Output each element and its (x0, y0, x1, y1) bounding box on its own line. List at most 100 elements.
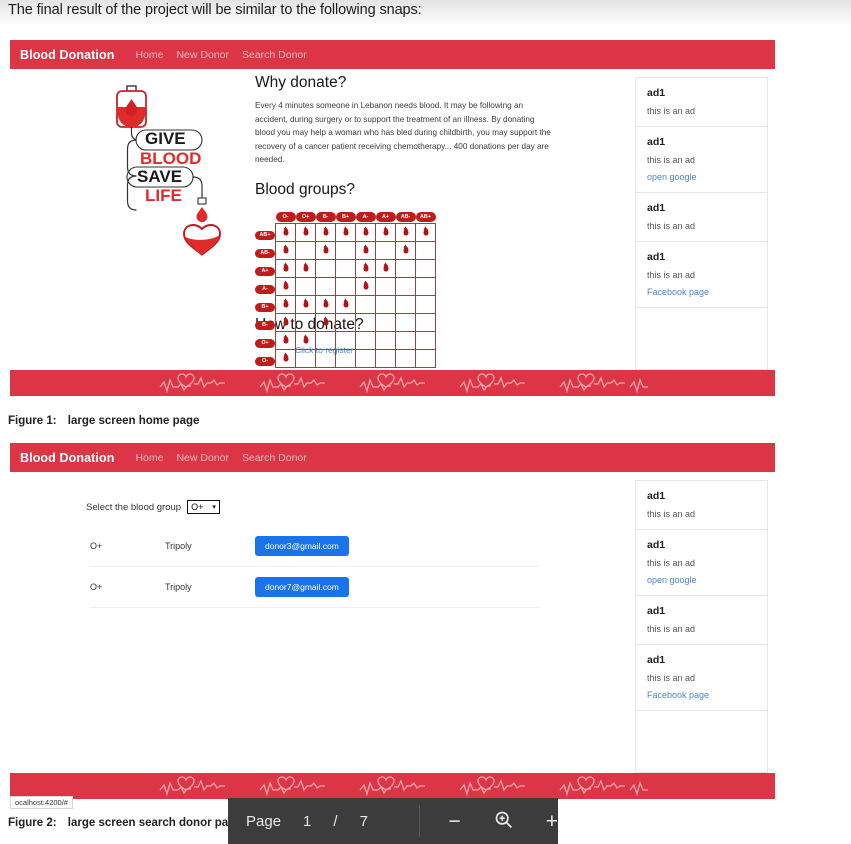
matrix-cell (315, 276, 336, 296)
matrix-column-header: B+ (335, 205, 356, 224)
matrix-row: AB+ (255, 222, 436, 242)
nav-link-search-donor[interactable]: Search Donor (242, 49, 307, 61)
donor-blood-group: O+ (90, 566, 165, 608)
matrix-cell (355, 330, 376, 350)
nav-link-new-donor-2[interactable]: New Donor (176, 452, 229, 464)
current-page-number[interactable]: 1 (303, 813, 311, 830)
matrix-cell (315, 330, 336, 350)
blood-drop-icon (303, 300, 308, 308)
matrix-column-header: O+ (295, 205, 316, 224)
matrix-row-header: O- (255, 349, 276, 367)
blood-drop-icon (363, 228, 368, 236)
nav-link-home[interactable]: Home (135, 49, 163, 61)
ad-link[interactable]: Facebook page (647, 690, 756, 700)
blood-drop-icon (283, 336, 288, 344)
donor-email-cell: donor3@gmail.com (255, 526, 540, 567)
matrix-column-header: B- (315, 205, 336, 224)
matrix-cell (415, 348, 436, 368)
blood-group-selected-value: O+ (191, 502, 204, 512)
matrix-cell (275, 312, 296, 332)
matrix-cell (275, 348, 296, 368)
matrix-cell (315, 240, 336, 260)
navbar-brand-2[interactable]: Blood Donation (20, 451, 114, 465)
matrix-column-header: AB- (395, 205, 416, 224)
blood-groups-heading: Blood groups? (255, 180, 355, 198)
pdf-zoom-controls: − + (420, 809, 558, 834)
status-bar-url: ocalhost:4200/# (10, 796, 73, 809)
matrix-cell (395, 294, 416, 314)
blood-group-pill: A- (255, 284, 275, 295)
zoom-magnifier-icon[interactable] (493, 809, 514, 834)
navbar-brand[interactable]: Blood Donation (20, 48, 114, 62)
blood-drop-icon (323, 246, 328, 254)
ecg-footer-search (10, 773, 775, 799)
figure-2-label: Figure 2: (8, 817, 57, 829)
blood-drop-icon (403, 246, 408, 254)
ad-body: this is an ad (647, 270, 696, 280)
nav-link-search-donor-2[interactable]: Search Donor (242, 452, 307, 464)
nav-link-home-2[interactable]: Home (135, 452, 163, 464)
matrix-cell (395, 348, 416, 368)
matrix-row-header: AB+ (255, 223, 276, 241)
ad-card: ad1 this is an ad open google (636, 127, 767, 193)
why-donate-paragraph: Every 4 minutes someone in Lebanon needs… (255, 101, 551, 165)
search-main-content: Select the blood group O+ ▾ O+ Tripoly don… (10, 472, 635, 773)
ad-body: this is an ad (647, 221, 696, 231)
donor-blood-group: O+ (90, 526, 165, 567)
ad-card: ad1 this is an ad (636, 193, 767, 242)
page-label: Page (246, 812, 282, 830)
ad-link[interactable]: open google (647, 172, 756, 182)
blood-group-pill: O+ (255, 338, 275, 349)
zoom-out-button[interactable]: − (448, 811, 460, 832)
matrix-cell (335, 276, 356, 296)
nav-link-new-donor[interactable]: New Donor (176, 49, 229, 61)
matrix-corner-cell (255, 205, 276, 224)
blood-group-pill: B- (255, 320, 275, 331)
donor-row: O+ Tripoly donor7@gmail.com (90, 566, 540, 608)
matrix-cell (275, 294, 296, 314)
matrix-row-header: A+ (255, 259, 276, 277)
ad-link[interactable]: open google (647, 575, 756, 585)
matrix-row: O+ (255, 330, 436, 350)
matrix-cell (355, 312, 376, 332)
intro-text: The final result of the project will be … (8, 2, 422, 18)
matrix-cell (375, 348, 396, 368)
matrix-cell (295, 276, 316, 296)
donor-email-button[interactable]: donor3@gmail.com (255, 536, 349, 556)
why-donate-heading: Why donate? (255, 74, 347, 91)
matrix-cell (335, 222, 356, 242)
svg-text:SAVE: SAVE (137, 167, 182, 186)
ad-link[interactable]: Facebook page (647, 287, 756, 297)
ad-body: this is an ad (647, 624, 696, 634)
matrix-row: B- (255, 312, 436, 332)
blood-drop-icon (343, 300, 348, 308)
ad-card: ad1 this is an ad Facebook page (636, 645, 767, 711)
matrix-cell (275, 258, 296, 278)
matrix-cell (375, 258, 396, 278)
blood-group-selector-row: Select the blood group O+ ▾ (86, 500, 635, 514)
matrix-cell (375, 294, 396, 314)
pdf-page-controls: Page 1 / 7 (228, 813, 419, 830)
blood-drop-icon (283, 228, 288, 236)
ad-body: this is an ad (647, 509, 696, 519)
navbar-links-2: Home New Donor Search Donor (135, 452, 306, 464)
zoom-in-button[interactable]: + (546, 811, 558, 832)
matrix-cell (395, 312, 416, 332)
matrix-cell (375, 312, 396, 332)
blood-drop-icon (323, 300, 328, 308)
ad-body: this is an ad (647, 155, 696, 165)
blood-group-pill: O- (255, 356, 275, 367)
ad-body: this is an ad (647, 673, 696, 683)
blood-group-pill: B+ (335, 212, 356, 222)
donor-email-button[interactable]: donor7@gmail.com (255, 577, 349, 597)
matrix-column-header: A+ (375, 205, 396, 224)
matrix-cell (295, 258, 316, 278)
donor-email-cell: donor7@gmail.com (255, 566, 540, 608)
matrix-cell (355, 276, 376, 296)
blood-group-pill: A+ (375, 212, 396, 222)
matrix-row: AB- (255, 240, 436, 260)
matrix-cell (355, 222, 376, 242)
matrix-cell (375, 330, 396, 350)
blood-group-pill: B- (315, 212, 336, 222)
blood-group-select[interactable]: O+ ▾ (187, 500, 220, 514)
